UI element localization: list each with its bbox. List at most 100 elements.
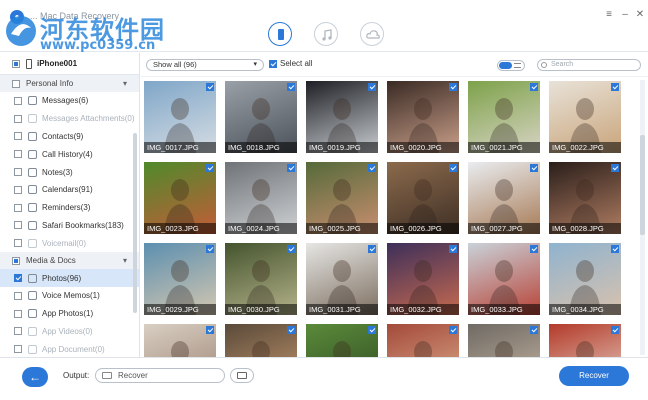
photo-checkbox[interactable] <box>530 164 538 172</box>
photo-checkbox[interactable] <box>611 83 619 91</box>
photo-checkbox[interactable] <box>206 326 214 334</box>
mode-ios-device-button[interactable] <box>268 22 292 46</box>
photo-checkbox[interactable] <box>449 245 457 253</box>
chevron-down-icon[interactable]: ▾ <box>123 256 127 265</box>
mode-icloud-button[interactable] <box>360 22 384 46</box>
minimize-icon[interactable]: – <box>620 10 630 20</box>
group-checkbox[interactable] <box>12 256 20 265</box>
photo-checkbox[interactable] <box>611 164 619 172</box>
group-header[interactable]: Media & Docs ▾ <box>0 252 139 270</box>
gallery-scrollbar[interactable] <box>640 80 645 355</box>
photo-tile[interactable] <box>549 324 621 357</box>
group-header[interactable]: Personal Info ▾ <box>0 75 139 92</box>
photo-checkbox[interactable] <box>206 83 214 91</box>
sidebar-item[interactable]: Contacts(9) <box>0 128 139 146</box>
sidebar-item[interactable]: Messages Attachments(0) <box>0 110 139 128</box>
photo-tile[interactable]: IMG_0023.JPG <box>144 162 216 234</box>
photo-checkbox[interactable] <box>449 326 457 334</box>
photo-tile[interactable]: IMG_0020.JPG <box>387 81 459 153</box>
sidebar-scrollbar[interactable] <box>133 133 137 313</box>
photo-tile[interactable]: IMG_0028.JPG <box>549 162 621 234</box>
photo-checkbox[interactable] <box>368 164 376 172</box>
sidebar-item[interactable]: Voice Memos(1) <box>0 287 139 305</box>
sidebar-item[interactable]: Voicemail(0) <box>0 234 139 252</box>
back-button[interactable]: ← <box>22 367 48 387</box>
photo-checkbox[interactable] <box>368 83 376 91</box>
menu-icon[interactable]: ≡ <box>604 10 614 20</box>
photo-tile[interactable]: IMG_0018.JPG <box>225 81 297 153</box>
sidebar-item[interactable]: App Photos(1) <box>0 305 139 323</box>
grid-view-icon[interactable] <box>499 62 512 69</box>
item-checkbox[interactable] <box>14 168 22 177</box>
photo-checkbox[interactable] <box>368 326 376 334</box>
item-checkbox[interactable] <box>14 114 22 123</box>
mode-itunes-button[interactable] <box>314 22 338 46</box>
photo-checkbox[interactable] <box>530 83 538 91</box>
device-row[interactable]: iPhone001 <box>0 53 139 75</box>
photo-tile[interactable]: IMG_0019.JPG <box>306 81 378 153</box>
item-checkbox[interactable] <box>14 239 22 248</box>
close-icon[interactable]: ✕ <box>635 10 645 20</box>
select-all-checkbox[interactable] <box>269 59 277 68</box>
chevron-down-icon[interactable]: ▾ <box>123 79 127 88</box>
sidebar-item[interactable]: App Document(0) <box>0 340 139 357</box>
photo-tile[interactable] <box>225 324 297 357</box>
output-path-field[interactable]: Recover <box>95 368 225 383</box>
search-input[interactable]: Search <box>537 59 641 71</box>
sidebar-item[interactable]: Call History(4) <box>0 145 139 163</box>
select-all[interactable]: Select all <box>269 59 312 68</box>
photo-tile[interactable]: IMG_0029.JPG <box>144 243 216 315</box>
device-checkbox[interactable] <box>12 59 20 68</box>
photo-checkbox[interactable] <box>530 326 538 334</box>
photo-tile[interactable] <box>144 324 216 357</box>
item-checkbox[interactable] <box>14 96 22 105</box>
photo-tile[interactable]: IMG_0025.JPG <box>306 162 378 234</box>
photo-checkbox[interactable] <box>449 164 457 172</box>
photo-checkbox[interactable] <box>206 245 214 253</box>
item-checkbox[interactable] <box>14 327 22 336</box>
photo-checkbox[interactable] <box>287 245 295 253</box>
filter-dropdown[interactable]: Show all (96) ▾ <box>146 59 264 71</box>
photo-tile[interactable]: IMG_0026.JPG <box>387 162 459 234</box>
sidebar-item[interactable]: Calendars(91) <box>0 181 139 199</box>
item-checkbox[interactable] <box>14 150 22 159</box>
photo-tile[interactable]: IMG_0017.JPG <box>144 81 216 153</box>
list-view-icon[interactable] <box>514 63 521 68</box>
photo-checkbox[interactable] <box>287 83 295 91</box>
item-checkbox[interactable] <box>14 309 22 318</box>
item-checkbox[interactable] <box>14 274 22 283</box>
photo-checkbox[interactable] <box>206 164 214 172</box>
sidebar-item[interactable]: App Videos(0) <box>0 323 139 341</box>
view-toggle[interactable] <box>497 60 525 71</box>
photo-checkbox[interactable] <box>611 245 619 253</box>
item-checkbox[interactable] <box>14 221 22 230</box>
gallery-scrollbar-thumb[interactable] <box>640 135 645 235</box>
photo-tile[interactable]: IMG_0034.JPG <box>549 243 621 315</box>
photo-tile[interactable]: IMG_0032.JPG <box>387 243 459 315</box>
sidebar-item[interactable]: Notes(3) <box>0 163 139 181</box>
item-checkbox[interactable] <box>14 345 22 354</box>
sidebar-item[interactable]: Messages(6) <box>0 92 139 110</box>
photo-checkbox[interactable] <box>368 245 376 253</box>
group-checkbox[interactable] <box>12 79 20 88</box>
photo-checkbox[interactable] <box>530 245 538 253</box>
item-checkbox[interactable] <box>14 291 22 300</box>
photo-tile[interactable]: IMG_0031.JPG <box>306 243 378 315</box>
browse-folder-button[interactable] <box>230 368 254 383</box>
photo-tile[interactable]: IMG_0033.JPG <box>468 243 540 315</box>
photo-tile[interactable]: IMG_0027.JPG <box>468 162 540 234</box>
photo-tile[interactable]: IMG_0024.JPG <box>225 162 297 234</box>
photo-checkbox[interactable] <box>611 326 619 334</box>
photo-tile[interactable]: IMG_0030.JPG <box>225 243 297 315</box>
photo-checkbox[interactable] <box>287 326 295 334</box>
photo-checkbox[interactable] <box>449 83 457 91</box>
sidebar-item[interactable]: Photos(96) <box>0 269 139 287</box>
photo-tile[interactable]: IMG_0022.JPG <box>549 81 621 153</box>
photo-tile[interactable] <box>468 324 540 357</box>
item-checkbox[interactable] <box>14 203 22 212</box>
photo-tile[interactable] <box>306 324 378 357</box>
photo-checkbox[interactable] <box>287 164 295 172</box>
sidebar-item[interactable]: Reminders(3) <box>0 199 139 217</box>
item-checkbox[interactable] <box>14 132 22 141</box>
photo-tile[interactable]: IMG_0021.JPG <box>468 81 540 153</box>
